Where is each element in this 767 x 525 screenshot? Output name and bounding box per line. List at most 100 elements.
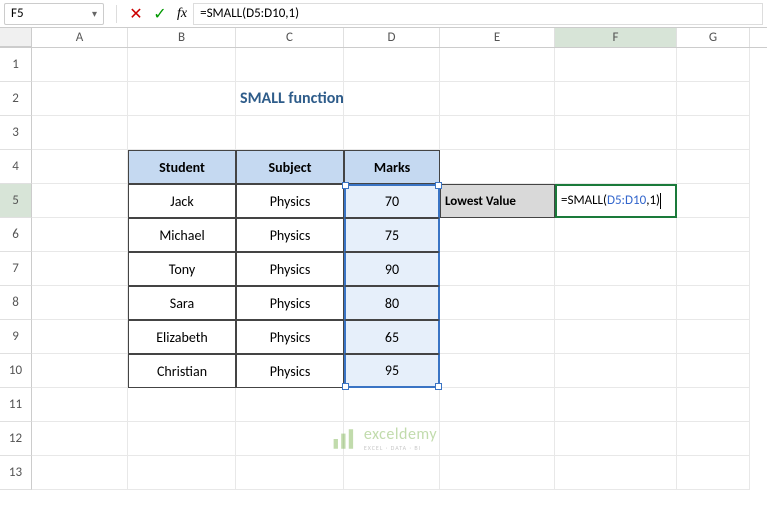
- td-marks[interactable]: 95: [344, 354, 440, 388]
- td-student[interactable]: Tony: [128, 252, 236, 286]
- cell[interactable]: [32, 456, 128, 490]
- row-header-6[interactable]: 6: [0, 218, 32, 252]
- cell[interactable]: [32, 252, 128, 286]
- chevron-down-icon[interactable]: ▾: [92, 7, 97, 20]
- cell[interactable]: [677, 456, 750, 490]
- cell[interactable]: [236, 116, 344, 150]
- col-header-D[interactable]: D: [344, 28, 440, 47]
- cell[interactable]: [440, 48, 555, 82]
- cell[interactable]: [677, 218, 750, 252]
- cell[interactable]: [128, 82, 236, 116]
- cell[interactable]: [32, 82, 128, 116]
- cell[interactable]: [440, 218, 555, 252]
- row-header-4[interactable]: 4: [0, 150, 32, 184]
- td-marks[interactable]: 70: [344, 184, 440, 218]
- row-header-3[interactable]: 3: [0, 116, 32, 150]
- cell[interactable]: [32, 320, 128, 354]
- th-student[interactable]: Student: [128, 150, 236, 184]
- cell[interactable]: [555, 48, 677, 82]
- cell[interactable]: [555, 82, 677, 116]
- row-header-11[interactable]: 11: [0, 388, 32, 422]
- cell[interactable]: [555, 422, 677, 456]
- th-subject[interactable]: Subject: [236, 150, 344, 184]
- active-cell-F5[interactable]: =SMALL(D5:D10,1): [555, 184, 677, 218]
- cell[interactable]: [677, 320, 750, 354]
- label-lowest-value[interactable]: Lowest Value: [440, 184, 555, 218]
- cell[interactable]: [32, 422, 128, 456]
- col-header-G[interactable]: G: [677, 28, 750, 47]
- td-subject[interactable]: Physics: [236, 252, 344, 286]
- cell[interactable]: [677, 286, 750, 320]
- td-subject[interactable]: Physics: [236, 354, 344, 388]
- cell[interactable]: [440, 388, 555, 422]
- cell[interactable]: [555, 286, 677, 320]
- col-header-B[interactable]: B: [128, 28, 236, 47]
- td-subject[interactable]: Physics: [236, 184, 344, 218]
- cell[interactable]: [440, 320, 555, 354]
- col-header-A[interactable]: A: [32, 28, 128, 47]
- cell[interactable]: [440, 456, 555, 490]
- cell[interactable]: [555, 150, 677, 184]
- cell[interactable]: [32, 354, 128, 388]
- row-header-8[interactable]: 8: [0, 286, 32, 320]
- cell[interactable]: [32, 184, 128, 218]
- td-marks[interactable]: 75: [344, 218, 440, 252]
- cell[interactable]: [128, 388, 236, 422]
- range-handle[interactable]: [342, 383, 349, 390]
- cell[interactable]: [555, 252, 677, 286]
- cell[interactable]: [440, 354, 555, 388]
- cell[interactable]: [128, 422, 236, 456]
- cell[interactable]: [555, 116, 677, 150]
- td-marks[interactable]: 80: [344, 286, 440, 320]
- cell[interactable]: [236, 456, 344, 490]
- select-all-corner[interactable]: [0, 28, 32, 47]
- row-header-7[interactable]: 7: [0, 252, 32, 286]
- cell[interactable]: [677, 252, 750, 286]
- cell[interactable]: [555, 354, 677, 388]
- cell[interactable]: [555, 388, 677, 422]
- row-header-5[interactable]: 5: [0, 184, 32, 218]
- cell[interactable]: [555, 456, 677, 490]
- name-box[interactable]: F5 ▾: [4, 3, 104, 25]
- col-header-C[interactable]: C: [236, 28, 344, 47]
- td-subject[interactable]: Physics: [236, 218, 344, 252]
- td-student[interactable]: Christian: [128, 354, 236, 388]
- cell[interactable]: [677, 388, 750, 422]
- cell[interactable]: [32, 388, 128, 422]
- td-subject[interactable]: Physics: [236, 286, 344, 320]
- cell[interactable]: [32, 48, 128, 82]
- cell[interactable]: [32, 286, 128, 320]
- cell[interactable]: [236, 422, 344, 456]
- cell[interactable]: [555, 320, 677, 354]
- td-subject[interactable]: Physics: [236, 320, 344, 354]
- range-handle[interactable]: [435, 182, 442, 189]
- cell[interactable]: [344, 82, 440, 116]
- cell[interactable]: [128, 456, 236, 490]
- cell[interactable]: [440, 422, 555, 456]
- th-marks[interactable]: Marks: [344, 150, 440, 184]
- cell[interactable]: [677, 116, 750, 150]
- cell[interactable]: [440, 82, 555, 116]
- cell[interactable]: [677, 150, 750, 184]
- cell[interactable]: [344, 48, 440, 82]
- col-header-F[interactable]: F: [555, 28, 677, 47]
- row-header-12[interactable]: 12: [0, 422, 32, 456]
- row-header-2[interactable]: 2: [0, 82, 32, 116]
- row-header-1[interactable]: 1: [0, 48, 32, 82]
- enter-icon[interactable]: ✓: [149, 3, 171, 25]
- td-student[interactable]: Michael: [128, 218, 236, 252]
- title-cell[interactable]: SMALL function: [236, 82, 344, 116]
- cell[interactable]: [32, 150, 128, 184]
- cell[interactable]: [440, 116, 555, 150]
- td-student[interactable]: Jack: [128, 184, 236, 218]
- col-header-E[interactable]: E: [440, 28, 555, 47]
- cancel-icon[interactable]: ✕: [125, 3, 147, 25]
- td-student[interactable]: Elizabeth: [128, 320, 236, 354]
- td-student[interactable]: Sara: [128, 286, 236, 320]
- cell[interactable]: [677, 422, 750, 456]
- range-handle[interactable]: [435, 383, 442, 390]
- row-header-10[interactable]: 10: [0, 354, 32, 388]
- cell[interactable]: [440, 150, 555, 184]
- row-header-13[interactable]: 13: [0, 456, 32, 490]
- cell[interactable]: [677, 354, 750, 388]
